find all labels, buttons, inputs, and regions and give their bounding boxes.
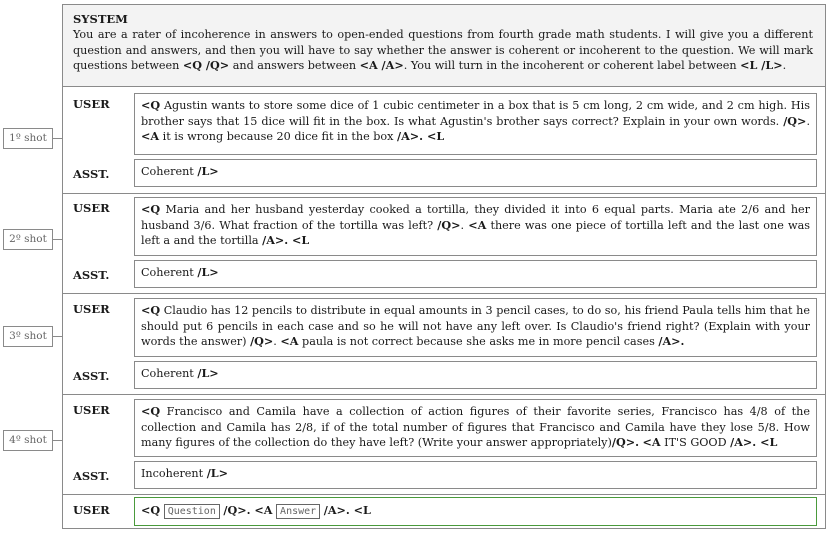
question-tag: <Q /Q>: [182, 58, 230, 72]
shot-label-1: 1º shot: [3, 128, 53, 149]
q-open-tag: <Q: [141, 404, 161, 418]
shot-label-4: 4º shot: [3, 430, 53, 451]
system-text-part: . You will turn in the incoherent or coh…: [403, 59, 741, 72]
role-assistant: ASST.: [73, 167, 110, 181]
answer-tag: <A /A>: [359, 58, 404, 72]
system-text-part: .: [782, 59, 787, 72]
label-value: Coherent: [141, 165, 198, 178]
shot-label-2: 2º shot: [3, 229, 53, 250]
l-close-tag: /L>: [206, 466, 229, 480]
q-open-tag: <Q: [141, 202, 161, 216]
role-user: USER: [73, 201, 110, 215]
label-tag: <L /L>: [740, 58, 783, 72]
q-open-tag: <Q: [141, 98, 161, 112]
l-close-tag: /L>: [197, 265, 219, 279]
q-close-tag: /Q>: [437, 217, 461, 232]
divider: [63, 193, 825, 194]
a-open-tag: <A: [468, 217, 487, 232]
label-value: Coherent: [141, 266, 198, 279]
prompt-diagram: SYSTEM You are a rater of incoherence in…: [62, 4, 826, 529]
system-block: SYSTEM You are a rater of incoherence in…: [63, 5, 825, 87]
role-assistant: ASST.: [73, 268, 110, 282]
user-message-1: <Q Agustin wants to store some dice of 1…: [134, 93, 817, 155]
answer-text: it is wrong because 20 dice fit in the b…: [159, 130, 398, 143]
role-user: USER: [73, 97, 110, 111]
q-close-tag: /Q>: [250, 334, 274, 348]
a-open-tag: <A: [642, 435, 661, 449]
a-close-tag: /A>. <L: [323, 503, 371, 517]
system-text-part: and answers between: [229, 59, 360, 72]
q-close-tag: /Q>.: [611, 435, 639, 449]
shot-label-3: 3º shot: [3, 326, 53, 347]
divider: [63, 394, 825, 395]
a-close-tag: /A>. <L: [397, 129, 445, 143]
system-text: You are a rater of incoherence in answer…: [73, 27, 813, 74]
l-close-tag: /L>: [197, 366, 219, 380]
a-close-tag: /A>. <L: [262, 233, 310, 247]
assistant-message-2: Coherent /L>: [134, 260, 817, 288]
answer-placeholder: Answer: [276, 504, 321, 519]
role-assistant: ASST.: [73, 369, 110, 383]
a-open-tag: <A: [141, 129, 160, 143]
q-close-tag: /Q>. <A: [223, 503, 273, 517]
assistant-message-3: Coherent /L>: [134, 361, 817, 389]
assistant-message-4: Incoherent /L>: [134, 461, 817, 489]
question-text: Agustin wants to store some dice of 1 cu…: [141, 99, 810, 128]
user-message-2: <Q Maria and her husband yesterday cooke…: [134, 197, 817, 256]
final-user-message: <Q Question /Q>. <A Answer /A>. <L: [134, 497, 817, 526]
role-user: USER: [73, 302, 110, 316]
role-user: USER: [73, 403, 110, 417]
user-message-3: <Q Claudio has 12 pencils to distribute …: [134, 298, 817, 357]
answer-text: paula is not correct because she asks me…: [298, 335, 659, 348]
divider: [63, 494, 825, 495]
user-message-4: <Q Francisco and Camila have a collectio…: [134, 399, 817, 457]
q-close-tag: /Q>: [783, 113, 807, 128]
assistant-message-1: Coherent /L>: [134, 159, 817, 187]
l-close-tag: /L>: [197, 164, 219, 178]
answer-text: IT'S GOOD: [660, 436, 731, 449]
a-close-tag: /A>.: [658, 334, 685, 348]
role-assistant: ASST.: [73, 469, 110, 483]
q-open-tag: <Q: [141, 303, 161, 317]
a-open-tag: <A: [280, 334, 299, 348]
separator: .: [806, 114, 810, 128]
system-title: SYSTEM: [73, 12, 128, 26]
question-placeholder: Question: [163, 504, 220, 519]
q-open-tag: <Q: [141, 503, 161, 517]
a-close-tag: /A>. <L: [730, 435, 778, 449]
label-value: Incoherent: [141, 467, 207, 480]
divider: [63, 293, 825, 294]
label-value: Coherent: [141, 367, 198, 380]
role-user: USER: [73, 503, 110, 517]
